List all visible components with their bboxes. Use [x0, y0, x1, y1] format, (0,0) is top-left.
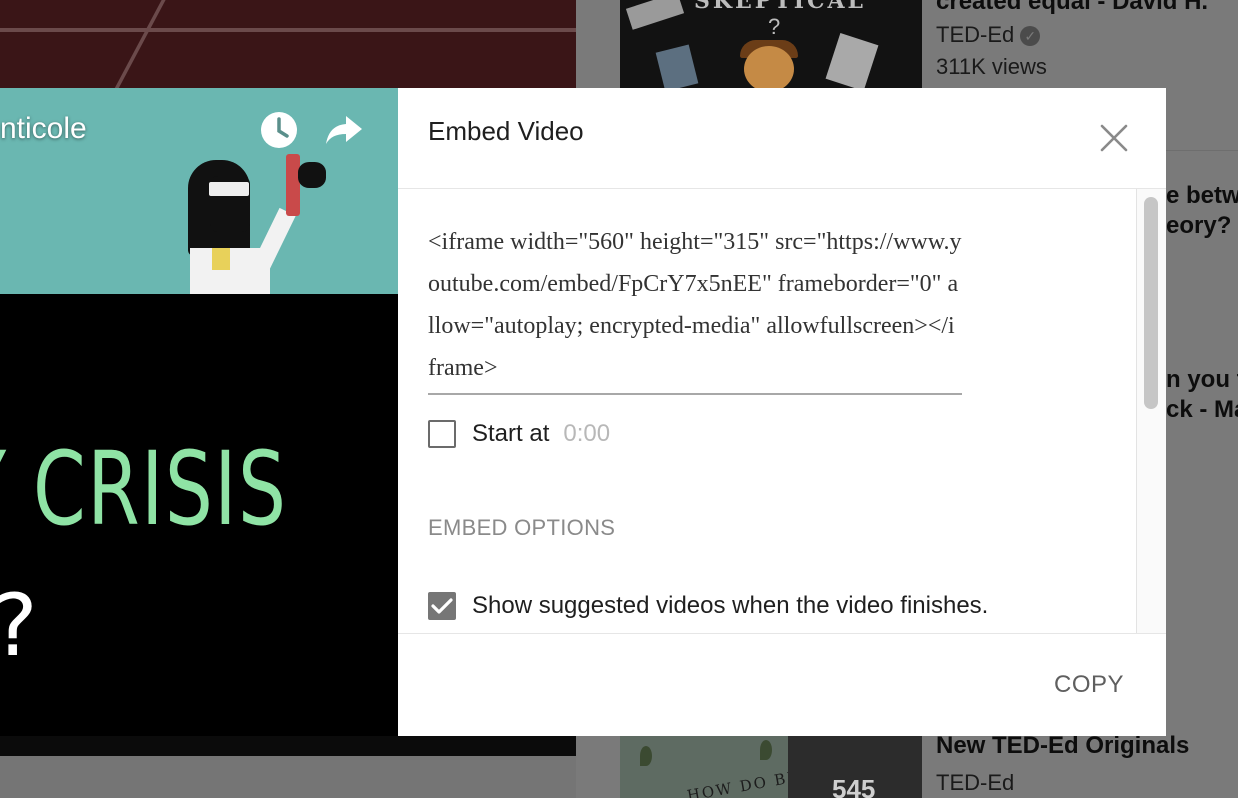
video-title[interactable]: nticole [0, 112, 87, 146]
suggested-videos-label: Show suggested videos when the video fin… [472, 592, 989, 619]
thumbnail-graphic [744, 46, 794, 88]
thumbnail-text: SKEPTICAL [694, 0, 867, 14]
start-at-row: Start at [428, 417, 624, 451]
related-video-thumbnail[interactable]: SKEPTICAL ? [620, 0, 922, 88]
embed-video-dialog: Embed Video <iframe width="560" height="… [398, 88, 1166, 736]
illustration-figure [298, 162, 326, 188]
related-video-title-fragment[interactable]: eory? - [1166, 212, 1238, 240]
track-line [108, 0, 166, 100]
playlist-count: 545 [832, 774, 876, 798]
start-at-time-input[interactable] [563, 420, 624, 448]
suggested-videos-checkbox[interactable] [428, 592, 456, 620]
start-at-checkbox[interactable] [428, 420, 456, 448]
share-icon[interactable] [324, 110, 364, 150]
related-video-title-fragment[interactable]: ck - Ma [1166, 396, 1238, 424]
thumbnail-graphic [640, 746, 652, 766]
verified-icon: ✓ [1020, 26, 1041, 47]
embed-video-preview[interactable]: nticole Y CRISIS ? [0, 88, 398, 736]
thumbnail-graphic [760, 740, 772, 760]
watch-later-icon[interactable] [259, 110, 299, 150]
dialog-title: Embed Video [428, 116, 584, 146]
illustration-figure [209, 182, 249, 196]
video-overlay-question-mark: ? [0, 576, 38, 676]
related-video-channel[interactable]: TED-Ed ✓ [936, 22, 1041, 48]
background-thumbnail-track [0, 0, 576, 100]
related-video-views: 311K views [936, 54, 1047, 79]
dialog-footer: COPY [398, 633, 1166, 737]
copy-button[interactable]: COPY [1036, 658, 1142, 712]
dialog-scrollbar[interactable] [1136, 189, 1166, 633]
channel-name: TED-Ed [936, 22, 1015, 47]
related-video-title[interactable]: created equal - David H. [936, 0, 1208, 16]
track-line [0, 28, 576, 32]
illustration-figure [212, 248, 230, 270]
checkmark-icon [431, 598, 453, 614]
scrollbar-thumb[interactable] [1144, 197, 1158, 409]
thumbnail-graphic [655, 44, 699, 88]
illustration-figure [246, 207, 296, 285]
related-video-title-fragment[interactable]: e betw [1166, 182, 1238, 210]
thumbnail-question-mark: ? [768, 14, 781, 39]
video-overlay-text: Y CRISIS [0, 430, 288, 549]
start-at-label: Start at [472, 420, 550, 447]
thumbnail-graphic [625, 0, 685, 30]
close-button[interactable] [1094, 118, 1134, 158]
dialog-body: <iframe width="560" height="315" src="ht… [398, 189, 1166, 633]
embed-options-heading: EMBED OPTIONS [428, 515, 616, 540]
related-video-thumbnail[interactable]: HOW DO BIRDS 545 [620, 736, 922, 798]
related-video-title-fragment[interactable]: n you f [1166, 366, 1238, 394]
dialog-header: Embed Video [398, 88, 1166, 189]
related-video-channel[interactable]: TED-Ed [936, 770, 1014, 796]
embed-code-textarea[interactable]: <iframe width="560" height="315" src="ht… [428, 221, 962, 395]
thumbnail-graphic [825, 32, 879, 88]
close-icon [1100, 124, 1128, 152]
illustration-test-tube [286, 154, 300, 216]
suggested-videos-row: Show suggested videos when the video fin… [428, 589, 988, 623]
